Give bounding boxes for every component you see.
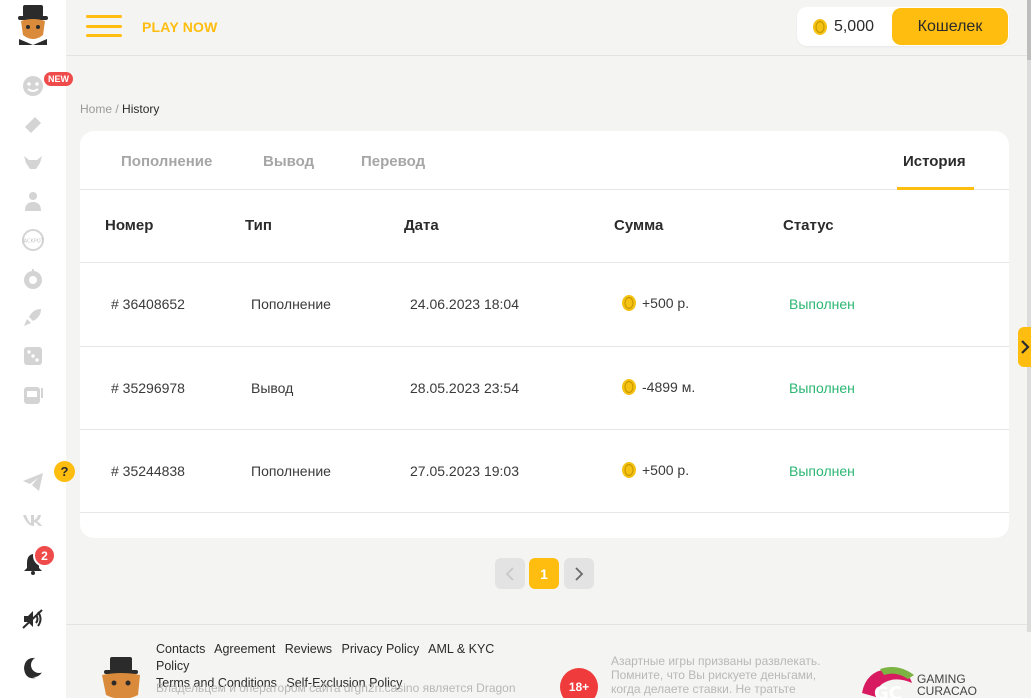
poker-chip-icon[interactable] xyxy=(20,266,46,292)
tab-withdraw[interactable]: Вывод xyxy=(263,153,314,170)
coin-icon xyxy=(622,462,636,478)
column-header-type: Тип xyxy=(245,217,272,234)
table-row-divider xyxy=(80,512,1009,538)
pagination-page-1[interactable]: 1 xyxy=(529,558,559,589)
notification-count-badge: 2 xyxy=(33,544,56,567)
sidebar: NEW JACKPOT ? 2 xyxy=(0,0,75,698)
table-row: # 36408652 Пополнение 24.06.2023 18:04 +… xyxy=(80,262,1009,346)
coin-icon xyxy=(622,295,636,311)
row-sum-amount: +500 р. xyxy=(642,295,690,311)
row-type: Пополнение xyxy=(251,296,331,312)
active-tab-indicator xyxy=(897,187,974,190)
ticket-icon[interactable] xyxy=(20,112,46,138)
row-number: # 35244838 xyxy=(111,463,185,479)
footer-link-agreement[interactable]: Agreement xyxy=(214,642,275,656)
pagination-next-button[interactable] xyxy=(564,558,594,589)
row-sum-amount: -4899 м. xyxy=(642,379,696,395)
top-header: PLAY NOW 5,000 Кошелек xyxy=(66,0,1027,56)
breadcrumb-separator: / xyxy=(115,102,119,116)
balance-display: 5,000 xyxy=(797,18,892,36)
wallet-button[interactable]: Кошелек xyxy=(892,8,1008,45)
side-panel-toggle[interactable] xyxy=(1018,327,1031,367)
tab-bar: Пополнение Вывод Перевод История xyxy=(80,131,1009,190)
svg-text:JACKPOT: JACKPOT xyxy=(21,239,44,245)
balance-amount: 5,000 xyxy=(833,17,874,35)
svg-text:GC: GC xyxy=(874,683,902,698)
gaming-curacao-text: GAMING CURACAO xyxy=(917,673,977,697)
row-number: # 36408652 xyxy=(111,296,185,312)
breadcrumb: Home / History xyxy=(80,102,159,116)
vk-icon[interactable] xyxy=(20,507,46,533)
history-card: Пополнение Вывод Перевод История Номер Т… xyxy=(80,131,1009,538)
sound-icon[interactable] xyxy=(20,606,46,632)
chevron-left-icon xyxy=(505,566,514,581)
wallet-widget: 5,000 Кошелек xyxy=(796,7,1009,46)
age-restriction-badge: 18+ xyxy=(560,668,598,698)
dealer-icon[interactable] xyxy=(20,188,46,214)
burger-menu-icon[interactable] xyxy=(86,15,122,37)
column-header-number: Номер xyxy=(105,217,154,234)
tab-history[interactable]: История xyxy=(903,153,966,170)
scrollbar-thumb[interactable] xyxy=(1027,0,1031,60)
dice-icon[interactable] xyxy=(20,343,46,369)
row-status: Выполнен xyxy=(789,463,855,479)
tab-deposit[interactable]: Пополнение xyxy=(121,153,212,170)
bull-icon[interactable] xyxy=(20,150,46,176)
slot-machine-icon[interactable] xyxy=(20,381,46,407)
column-header-date: Дата xyxy=(404,217,439,234)
row-sum: -4899 м. xyxy=(621,378,695,396)
help-badge[interactable]: ? xyxy=(54,461,75,482)
footer-warning-text: Азартные игры призваны развлекать. Помни… xyxy=(611,654,821,696)
chevron-right-icon xyxy=(575,566,584,581)
coin-icon xyxy=(622,379,636,395)
scrollbar[interactable] xyxy=(1027,0,1031,632)
row-date: 28.05.2023 23:54 xyxy=(410,380,519,396)
pagination-prev-button[interactable] xyxy=(495,558,525,589)
coin-icon xyxy=(812,18,827,35)
footer: Contacts Agreement Reviews Privacy Polic… xyxy=(66,624,1027,698)
breadcrumb-current: History xyxy=(122,102,160,116)
row-date: 27.05.2023 19:03 xyxy=(410,463,519,479)
moon-icon[interactable] xyxy=(20,655,46,681)
tab-transfer[interactable]: Перевод xyxy=(361,153,425,170)
column-header-status: Статус xyxy=(783,217,834,234)
row-number: # 35296978 xyxy=(111,380,185,396)
footer-link-privacy[interactable]: Privacy Policy xyxy=(342,642,420,656)
row-date: 24.06.2023 18:04 xyxy=(410,296,519,312)
row-sum: +500 р. xyxy=(621,294,689,312)
dragon-logo-icon[interactable] xyxy=(11,2,55,46)
smile-icon[interactable] xyxy=(20,73,46,99)
breadcrumb-home[interactable]: Home xyxy=(80,102,112,116)
column-header-sum: Сумма xyxy=(614,217,664,234)
footer-link-reviews[interactable]: Reviews xyxy=(285,642,332,656)
telegram-icon[interactable] xyxy=(20,469,46,495)
jackpot-icon[interactable]: JACKPOT xyxy=(20,227,46,253)
footer-link-contacts[interactable]: Contacts xyxy=(156,642,205,656)
gc-text-line-2: CURACAO xyxy=(917,684,978,698)
row-status: Выполнен xyxy=(789,380,855,396)
rocket-icon[interactable] xyxy=(20,304,46,330)
row-status: Выполнен xyxy=(789,296,855,312)
row-type: Вывод xyxy=(251,380,294,396)
play-now-link[interactable]: PLAY NOW xyxy=(142,19,218,35)
row-sum-amount: +500 р. xyxy=(642,462,690,478)
row-type: Пополнение xyxy=(251,463,331,479)
table-row: # 35244838 Пополнение 27.05.2023 19:03 +… xyxy=(80,429,1009,513)
new-badge: NEW xyxy=(44,72,73,86)
footer-owner-text: Владельцем и оператором сайта drgn2n.cas… xyxy=(156,681,516,695)
table-row: # 35296978 Вывод 28.05.2023 23:54 -4899 … xyxy=(80,346,1009,430)
row-sum: +500 р. xyxy=(621,461,689,479)
chevron-right-icon xyxy=(1020,340,1030,354)
dragon-footer-logo-icon xyxy=(102,657,140,698)
